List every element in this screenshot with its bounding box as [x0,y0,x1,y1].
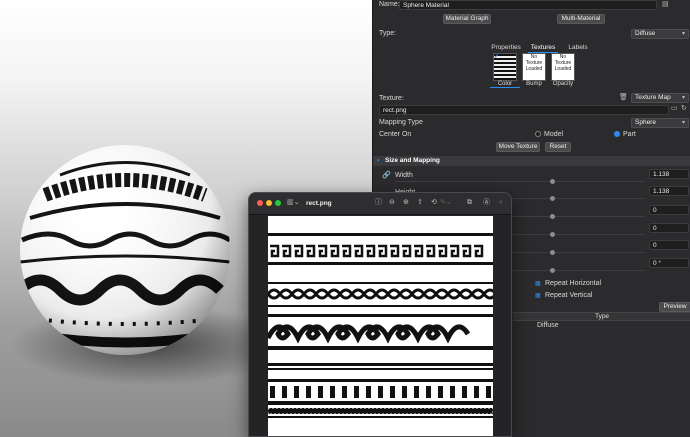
opacity-texture-thumbnail[interactable]: No Texture Loaded [551,53,575,81]
center-model-label: Model [544,131,564,138]
center-model-radio[interactable] [535,131,541,137]
repeat-horizontal-label: Repeat Horizontal [545,280,602,287]
type-dropdown[interactable]: Diffuse [631,29,689,39]
offset-x-value-field[interactable]: 0 [649,205,689,215]
window-title: rect.png [306,200,332,207]
markup-circle-icon[interactable]: Ⓐ [483,199,490,207]
tab-labels[interactable]: Labels [565,44,591,51]
rotation-value-field[interactable]: 0 ° [649,258,689,268]
type-column-label: Type [594,313,610,320]
reset-button[interactable]: Reset [545,142,571,152]
repeat-horizontal-checkbox[interactable]: ▦ [535,280,541,288]
checkmark-icon: ✔ [494,54,500,60]
reload-icon[interactable]: ↻ [681,105,687,113]
link-icon[interactable]: 🔗 [382,172,391,180]
tab-properties[interactable]: Properties [491,44,521,51]
material-graph-button[interactable]: Material Graph [443,14,491,24]
opacity-slot-caption: Opacity [552,81,574,87]
info-icon[interactable]: ⓘ [375,199,382,207]
center-part-label: Part [623,131,636,138]
section-title: Size and Mapping [385,157,440,164]
width-slider[interactable] [395,179,645,184]
markup-icon[interactable]: ✎⌄ [440,199,452,207]
center-on-label: Center On [379,131,412,138]
sidebar-icon[interactable]: ▥⌄ [287,199,299,207]
material-graph-label: Material Graph [445,15,489,22]
material-name-field[interactable]: Sphere Material [399,0,657,10]
width-value-field[interactable]: 1.138 [649,169,689,179]
texture-image [265,216,498,436]
share-icon[interactable]: ⇪ [417,199,423,207]
folder-icon[interactable]: ▭ [671,105,678,113]
zoom-window-button[interactable] [275,200,281,206]
repeat-vertical-checkbox[interactable]: ▦ [535,292,541,300]
crop-icon[interactable]: ⧉ [467,199,472,207]
minimize-window-button[interactable] [266,200,272,206]
texture-file-field[interactable]: rect.png [379,105,669,115]
search-icon[interactable]: ⌕ [499,199,503,207]
repeat-vertical-label: Repeat Vertical [545,292,593,299]
multi-material-button[interactable]: Multi-Material [557,14,605,24]
mapping-type-dropdown[interactable]: Sphere [631,118,689,128]
greek-pattern-texture [265,233,498,418]
mapping-type-label: Mapping Type [379,119,423,126]
type-label: Type: [379,30,397,37]
preview-button[interactable]: Preview [659,302,690,312]
bump-status: No Texture Loaded [525,54,543,72]
height-value-field[interactable]: 1.138 [649,186,689,196]
color-slot-caption: Color [490,81,520,88]
zoom-out-icon[interactable]: ⊖ [389,199,395,207]
close-window-button[interactable] [257,200,263,206]
type-column-header[interactable]: Type [513,312,690,321]
tab-textures[interactable]: Textures [528,44,558,53]
disclosure-icon[interactable]: ▾ [377,157,380,165]
preview-label: Preview [663,303,687,310]
image-preview-window[interactable]: ▥⌄ rect.png ⓘ ⊖ ⊕ ⇪ ⟲ ✎⌄ ⧉ Ⓐ ⌕ [248,192,512,437]
width-label: Width [395,172,413,179]
bump-texture-thumbnail[interactable]: No Texture Loaded [522,53,546,81]
multi-material-label: Multi-Material [561,15,601,22]
offset-z-value-field[interactable]: 0 [649,240,689,250]
type-row-value: Diffuse [537,322,559,329]
opacity-status: No Texture Loaded [554,54,572,72]
zoom-in-icon[interactable]: ⊕ [403,199,409,207]
preview-toolbar: ▥⌄ rect.png ⓘ ⊖ ⊕ ⇪ ⟲ ✎⌄ ⧉ Ⓐ ⌕ [249,193,511,215]
offset-y-value-field[interactable]: 0 [649,223,689,233]
name-label: Name: [379,1,400,8]
reset-label: Reset [549,143,567,150]
rotate-icon[interactable]: ⟲ [431,199,437,207]
trash-icon[interactable]: 🗑 [619,94,628,102]
texture-map-dropdown[interactable]: Texture Map [631,93,689,103]
size-and-mapping-section[interactable]: Size and Mapping [373,156,690,166]
texture-label: Texture: [379,95,404,102]
center-part-radio[interactable] [614,131,620,137]
material-library-icon[interactable]: ▤ [662,1,669,9]
move-texture-button[interactable]: Move Texture [496,142,540,152]
move-texture-label: Move Texture [498,143,538,150]
bump-slot-caption: Bump [526,81,542,87]
